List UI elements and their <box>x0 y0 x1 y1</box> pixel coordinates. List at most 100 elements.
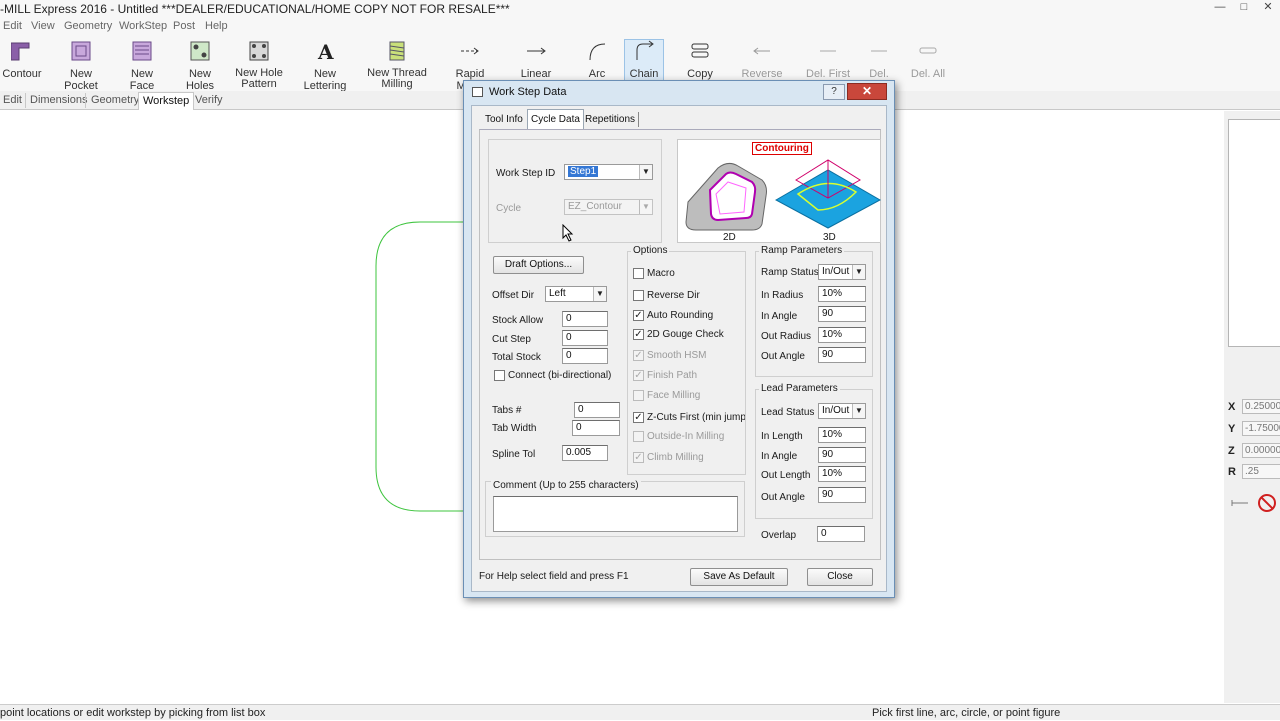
menu-workstep[interactable]: WorkStep <box>119 20 167 32</box>
chain-button[interactable]: Chain <box>624 39 664 86</box>
close-icon[interactable]: ✕ <box>1258 0 1278 16</box>
ramp-in-radius-field[interactable]: 10% <box>818 286 866 302</box>
tabs-num-label: Tabs # <box>492 405 522 416</box>
overlap-field[interactable]: 0 <box>817 526 865 542</box>
options-title: Options <box>631 245 670 256</box>
tab-cycle-data[interactable]: Cycle Data <box>527 109 584 129</box>
stock-allow-field[interactable]: 0 <box>562 311 608 327</box>
new-pocket-button[interactable]: New Pocket <box>54 40 108 92</box>
spline-tol-field[interactable]: 0.005 <box>562 445 608 461</box>
total-stock-field[interactable]: 0 <box>562 348 608 364</box>
lead-in-length-field[interactable]: 10% <box>818 427 866 443</box>
menu-view[interactable]: View <box>31 20 55 32</box>
face-milling-checkbox[interactable] <box>633 390 644 401</box>
cycle-data-panel: Work Step ID Step1 ▼ Cycle EZ_Contour ▼ … <box>479 129 882 560</box>
ramp-out-radius-field[interactable]: 10% <box>818 327 866 343</box>
tab-width-field[interactable]: 0 <box>572 420 620 436</box>
lettering-icon: A <box>317 40 334 62</box>
hole-pattern-icon <box>249 41 269 61</box>
lead-in-angle-field[interactable]: 90 <box>818 447 866 463</box>
z-field[interactable] <box>1242 443 1280 458</box>
work-step-id-label: Work Step ID <box>496 168 556 179</box>
menu-geometry[interactable]: Geometry <box>64 20 112 32</box>
new-holes-button[interactable]: New Holes <box>175 40 225 92</box>
new-face-label: New Face <box>129 68 155 92</box>
y-label: Y <box>1228 423 1236 435</box>
work-step-id-value: Step1 <box>568 166 599 177</box>
del-all-label: Del. All <box>910 68 946 80</box>
tab-geometry[interactable]: Geometry <box>91 94 139 106</box>
maximize-icon[interactable]: □ <box>1234 0 1254 16</box>
finish-path-label: Finish Path <box>647 370 698 381</box>
tab-verify[interactable]: Verify <box>195 94 223 106</box>
ramp-out-radius-label: Out Radius <box>761 331 812 342</box>
connect-checkbox[interactable] <box>494 370 505 381</box>
del-first-button[interactable]: Del. First <box>806 40 850 80</box>
macro-checkbox[interactable] <box>633 268 644 279</box>
help-button[interactable]: ? <box>823 84 845 100</box>
climb-milling-checkbox[interactable]: ✓ <box>633 452 644 463</box>
minimize-icon[interactable]: — <box>1210 0 1230 16</box>
save-as-default-button[interactable]: Save As Default <box>690 568 788 586</box>
tab-workstep[interactable]: Workstep <box>138 92 195 110</box>
menu-help[interactable]: Help <box>205 20 228 32</box>
r-field[interactable] <box>1242 464 1280 479</box>
face-milling-label: Face Milling <box>647 390 701 401</box>
tabs-num-field[interactable]: 0 <box>574 402 620 418</box>
cut-step-field[interactable]: 0 <box>562 330 608 346</box>
y-field[interactable] <box>1242 421 1280 436</box>
reverse-dir-checkbox[interactable] <box>633 290 644 301</box>
finish-path-checkbox[interactable]: ✓ <box>633 370 644 381</box>
ramp-in-angle-field[interactable]: 90 <box>818 306 866 322</box>
spline-tol-label: Spline Tol <box>492 449 536 460</box>
smooth-hsm-checkbox[interactable]: ✓ <box>633 350 644 361</box>
close-button[interactable]: Close <box>807 568 873 586</box>
ramp-out-angle-field[interactable]: 90 <box>818 347 866 363</box>
cycle-select[interactable]: EZ_Contour ▼ <box>564 199 653 215</box>
work-step-id-select[interactable]: Step1 ▼ <box>564 164 653 180</box>
dialog-title-bar[interactable]: Work Step Data ? ✕ <box>464 81 894 103</box>
new-thread-milling-button[interactable]: New Thread Milling <box>366 40 428 90</box>
arc-move-icon <box>589 43 606 61</box>
tab-dimensions[interactable]: Dimensions <box>30 94 87 106</box>
lead-in-angle-label: In Angle <box>761 451 798 462</box>
x-field[interactable] <box>1242 399 1280 414</box>
lead-status-select[interactable]: In/Out ▼ <box>818 403 866 419</box>
gouge-check-checkbox[interactable]: ✓ <box>633 329 644 340</box>
menu-edit[interactable]: Edit <box>3 20 22 32</box>
linear-move-icon <box>527 47 546 55</box>
enter-icon[interactable] <box>1231 500 1248 506</box>
new-face-button[interactable]: New Face <box>118 40 166 92</box>
preview-3d-label: 3D <box>823 232 836 243</box>
comment-label: Comment (Up to 255 characters) <box>491 480 641 491</box>
dialog-close-icon[interactable]: ✕ <box>847 83 887 100</box>
lead-out-angle-field[interactable]: 90 <box>818 487 866 503</box>
lead-out-length-field[interactable]: 10% <box>818 466 866 482</box>
tab-repetitions[interactable]: Repetitions <box>582 112 640 127</box>
tab-edit[interactable]: Edit <box>3 94 22 106</box>
offset-dir-select[interactable]: Left ▼ <box>545 286 607 302</box>
outside-in-milling-checkbox[interactable] <box>633 431 644 442</box>
overlap-label: Overlap <box>761 530 797 541</box>
auto-rounding-checkbox[interactable]: ✓ <box>633 310 644 321</box>
contour-geometry[interactable] <box>375 221 470 512</box>
offset-dir-value: Left <box>549 288 566 299</box>
contour-button[interactable]: Contour <box>0 40 44 80</box>
chevron-down-icon: ▼ <box>852 265 865 279</box>
ramp-status-select[interactable]: In/Out ▼ <box>818 264 866 280</box>
new-hole-pattern-button[interactable]: New Hole Pattern <box>235 40 283 90</box>
reverse-dir-icon <box>753 47 770 55</box>
del-last-icon <box>871 50 887 52</box>
new-lettering-button[interactable]: A New Lettering <box>292 40 358 92</box>
cycle-value: EZ_Contour <box>568 201 622 212</box>
z-cuts-first-checkbox[interactable]: ✓ <box>633 412 644 423</box>
tab-tool-info[interactable]: Tool Info <box>482 112 526 127</box>
options-group: Options Macro Reverse Dir ✓ Auto Roundin… <box>627 245 746 475</box>
chain-label: Chain <box>629 68 659 80</box>
menu-post[interactable]: Post <box>173 20 195 32</box>
ramp-out-angle-label: Out Angle <box>761 351 805 362</box>
comment-field[interactable] <box>493 496 738 532</box>
del-all-button[interactable]: Del. All <box>910 40 946 80</box>
contour-label: Contour <box>2 68 42 80</box>
draft-options-button[interactable]: Draft Options... <box>493 256 584 274</box>
